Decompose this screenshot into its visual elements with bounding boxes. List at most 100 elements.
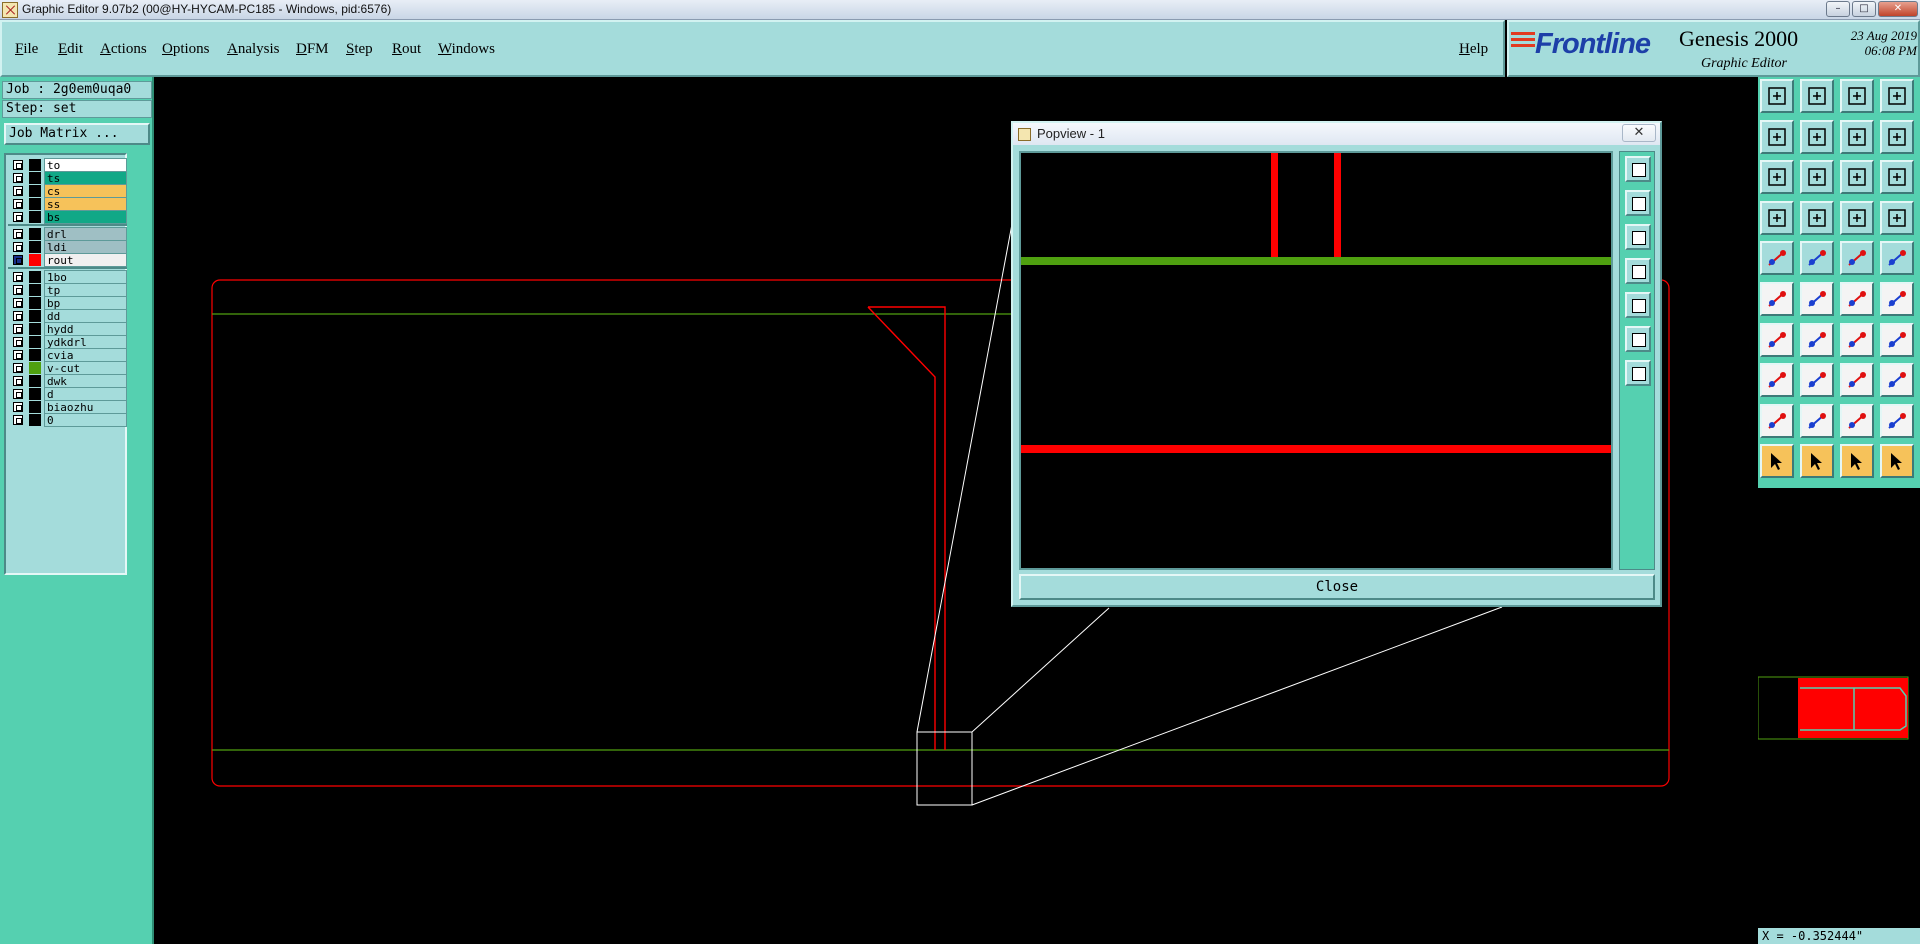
layer-checkbox[interactable] [13,199,23,209]
pan-right-icon[interactable] [1800,119,1834,154]
layer-name[interactable]: bs [44,210,127,224]
maximize-button[interactable]: □ [1852,1,1876,17]
layer-name[interactable]: cs [44,184,127,198]
layer-name[interactable]: ss [44,197,127,211]
layer-checkbox[interactable] [13,389,23,399]
layer-name[interactable]: dd [44,309,127,323]
layer-checkbox[interactable] [13,186,23,196]
layer-row-cvia[interactable]: cvia [8,348,127,362]
layer-checkbox[interactable] [13,255,23,265]
triangle-d-icon[interactable] [1880,403,1914,438]
layer-row-bp[interactable]: bp [8,296,127,310]
layer-row-biaozhu[interactable]: biaozhu [8,400,127,414]
layer-row-cs[interactable]: cs [8,184,127,198]
vertex-icon[interactable] [1880,282,1914,316]
rotate-icon[interactable] [1840,322,1874,357]
select-arrow-2-icon[interactable] [1800,444,1834,479]
layer-row-drl[interactable]: drl [8,227,127,241]
layer-name[interactable]: hydd [44,322,127,336]
menu-step[interactable]: Step [346,41,373,58]
popview-zoom-out-icon[interactable] [1625,360,1651,386]
save-icon[interactable] [1800,79,1834,113]
layer-row-dd[interactable]: dd [8,309,127,323]
grid-icon[interactable] [1800,200,1834,235]
popview-pan-down-icon[interactable] [1625,224,1651,250]
layer-name[interactable]: drl [44,227,127,241]
arrow-line-icon[interactable] [1800,322,1834,357]
zoom-fit-icon[interactable] [1760,160,1794,195]
circle-icon[interactable] [1880,241,1914,276]
layer-snap-icon[interactable] [1880,200,1914,235]
pad-icon[interactable] [1760,241,1794,276]
menu-options[interactable]: Options [162,41,210,58]
layer-name[interactable]: 0 [44,413,127,427]
layer-checkbox[interactable] [13,350,23,360]
layer-row-ts[interactable]: ts [8,171,127,185]
close-window-button[interactable]: ✕ [1878,1,1918,17]
window-icon[interactable] [1880,79,1914,113]
popview-pan-up-icon[interactable] [1625,190,1651,216]
layer-checkbox[interactable] [13,363,23,373]
popview-close-x-button[interactable]: ✕ [1622,124,1656,142]
layer-checkbox[interactable] [13,272,23,282]
layer-name[interactable]: ts [44,171,127,185]
layer-name[interactable]: to [44,158,127,172]
layer-row-tp[interactable]: tp [8,283,127,297]
layer-checkbox[interactable] [13,402,23,412]
layer-row-to[interactable]: to [8,158,127,172]
layer-name[interactable]: 1bo [44,270,127,284]
layer-row-1bo[interactable]: 1bo [8,270,127,284]
open-icon[interactable] [1760,79,1794,113]
layer-row-d[interactable]: d [8,387,127,401]
menu-windows[interactable]: Windows [438,41,495,58]
menu-help[interactable]: Help [1459,41,1488,58]
node-icon[interactable] [1840,282,1874,316]
select-pad-icon[interactable] [1760,363,1794,398]
layer-row-hydd[interactable]: hydd [8,322,127,336]
layer-row-v-cut[interactable]: v-cut [8,361,127,375]
component-icon[interactable] [1880,363,1914,398]
menu-dfm[interactable]: DFM [296,41,329,58]
layer-checkbox[interactable] [13,324,23,334]
menu-analysis[interactable]: Analysis [227,41,280,58]
split-icon[interactable] [1880,322,1914,357]
popview-close-button[interactable]: Close [1019,574,1655,600]
mirror-icon[interactable] [1840,119,1874,154]
layer-name[interactable]: tp [44,283,127,297]
minimap[interactable] [1757,488,1920,928]
layer-checkbox[interactable] [13,160,23,170]
layer-row-ldi[interactable]: ldi [8,240,127,254]
resize-icon[interactable] [1840,363,1874,398]
help-icon[interactable] [1880,160,1914,195]
layer-checkbox[interactable] [13,242,23,252]
select-arrow-3-icon[interactable] [1840,444,1874,479]
minimize-button[interactable]: – [1826,1,1850,17]
layer-row-dwk[interactable]: dwk [8,374,127,388]
layer-checkbox[interactable] [13,173,23,183]
layer-name[interactable]: v-cut [44,361,127,375]
layer-checkbox[interactable] [13,229,23,239]
line-icon[interactable] [1800,241,1834,276]
layer-row-ss[interactable]: ss [8,197,127,211]
layer-checkbox[interactable] [13,311,23,321]
popview-zoom-in-icon[interactable] [1625,326,1651,352]
layer-name[interactable]: ldi [44,240,127,254]
popview-pan-left-icon[interactable] [1625,258,1651,284]
layer-name[interactable]: biaozhu [44,400,127,414]
menu-actions[interactable]: Actions [100,41,147,58]
connect-icon[interactable] [1760,282,1794,316]
draw-line-icon[interactable] [1760,322,1794,357]
layer-name[interactable]: ydkdrl [44,335,127,349]
layer-row-rout[interactable]: rout [8,253,127,267]
menu-edit[interactable]: Edit [58,41,83,58]
scale-1to2-icon[interactable] [1840,160,1874,195]
layer-checkbox[interactable] [13,337,23,347]
cross-icon[interactable] [1800,282,1834,316]
layer-name[interactable]: rout [44,253,127,267]
measure-icon[interactable] [1760,200,1794,235]
popview-pan-right-icon[interactable] [1625,292,1651,318]
layer-row-0[interactable]: 0 [8,413,127,427]
layer-name[interactable]: d [44,387,127,401]
route-icon[interactable] [1880,444,1914,479]
layer-row-ydkdrl[interactable]: ydkdrl [8,335,127,349]
